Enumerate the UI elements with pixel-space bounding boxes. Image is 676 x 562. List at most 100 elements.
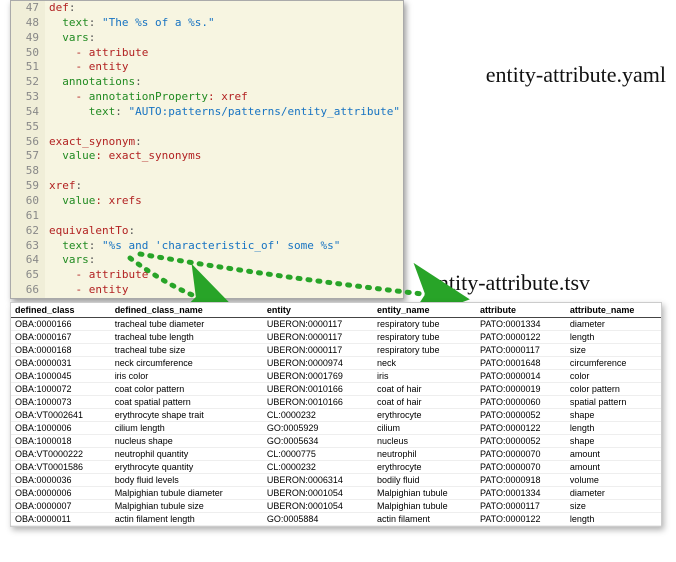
table-cell: erythrocyte xyxy=(373,409,476,422)
code-line: 55 xyxy=(11,120,403,135)
table-cell: spatial pattern xyxy=(566,396,661,409)
line-number: 50 xyxy=(11,46,45,61)
table-cell: OBA:0000166 xyxy=(11,318,111,331)
code-line: 48 text: "The %s of a %s." xyxy=(11,16,403,31)
column-header: defined_class_name xyxy=(111,303,263,318)
table-cell: neck circumference xyxy=(111,357,263,370)
table-cell: size xyxy=(566,344,661,357)
table-cell: CL:0000775 xyxy=(263,448,373,461)
table-cell: OBA:VT0000222 xyxy=(11,448,111,461)
table-cell: diameter xyxy=(566,318,661,331)
table-cell: iris color xyxy=(111,370,263,383)
table-row: OBA:1000072coat color patternUBERON:0010… xyxy=(11,383,661,396)
tsv-filename-label: entity-attribute.tsv xyxy=(428,270,590,296)
code-content: value: xrefs xyxy=(45,194,142,209)
line-number: 55 xyxy=(11,120,45,135)
code-line: 51 - entity xyxy=(11,60,403,75)
table-cell: tracheal tube length xyxy=(111,331,263,344)
table-cell: UBERON:0000974 xyxy=(263,357,373,370)
table-cell: coat color pattern xyxy=(111,383,263,396)
line-number: 54 xyxy=(11,105,45,120)
line-number: 49 xyxy=(11,31,45,46)
code-content: equivalentTo: xyxy=(45,224,135,239)
table-cell: coat spatial pattern xyxy=(111,396,263,409)
table-cell: tracheal tube size xyxy=(111,344,263,357)
code-line: 64 vars: xyxy=(11,253,403,268)
table-cell: size xyxy=(566,500,661,513)
table-cell: iris xyxy=(373,370,476,383)
table-cell: respiratory tube xyxy=(373,344,476,357)
table-row: OBA:VT0001586erythrocyte quantityCL:0000… xyxy=(11,461,661,474)
table-row: OBA:1000045iris colorUBERON:0001769irisP… xyxy=(11,370,661,383)
table-cell: cilium xyxy=(373,422,476,435)
line-number: 48 xyxy=(11,16,45,31)
code-line: 52 annotations: xyxy=(11,75,403,90)
table-cell: erythrocyte xyxy=(373,461,476,474)
table-cell: OBA:0000168 xyxy=(11,344,111,357)
code-content: def: xyxy=(45,1,76,16)
table-cell: PATO:0000060 xyxy=(476,396,566,409)
code-content xyxy=(45,164,49,179)
table-cell: circumference xyxy=(566,357,661,370)
tsv-table: defined_classdefined_class_nameentityent… xyxy=(11,303,661,526)
code-content: text: "The %s of a %s." xyxy=(45,16,215,31)
table-cell: amount xyxy=(566,448,661,461)
table-cell: OBA:0000007 xyxy=(11,500,111,513)
table-row: OBA:0000168tracheal tube sizeUBERON:0000… xyxy=(11,344,661,357)
table-cell: volume xyxy=(566,474,661,487)
table-cell: PATO:0001648 xyxy=(476,357,566,370)
table-cell: UBERON:0000117 xyxy=(263,331,373,344)
line-number: 63 xyxy=(11,239,45,254)
code-content: xref: xyxy=(45,179,82,194)
table-cell: PATO:0000014 xyxy=(476,370,566,383)
table-row: OBA:0000007Malpighian tubule sizeUBERON:… xyxy=(11,500,661,513)
table-cell: OBA:0000036 xyxy=(11,474,111,487)
table-cell: actin filament xyxy=(373,513,476,526)
table-cell: OBA:0000167 xyxy=(11,331,111,344)
tsv-table-container: defined_classdefined_class_nameentityent… xyxy=(10,302,662,527)
column-header: attribute xyxy=(476,303,566,318)
table-cell: OBA:1000072 xyxy=(11,383,111,396)
code-line: 50 - attribute xyxy=(11,46,403,61)
yaml-filename-label: entity-attribute.yaml xyxy=(486,62,666,88)
table-cell: color pattern xyxy=(566,383,661,396)
code-line: 66 - entity xyxy=(11,283,403,298)
table-cell: PATO:0000122 xyxy=(476,422,566,435)
line-number: 65 xyxy=(11,268,45,283)
column-header: entity_name xyxy=(373,303,476,318)
table-cell: tracheal tube diameter xyxy=(111,318,263,331)
code-content: vars: xyxy=(45,31,95,46)
table-cell: OBA:VT0001586 xyxy=(11,461,111,474)
line-number: 66 xyxy=(11,283,45,298)
table-cell: PATO:0000122 xyxy=(476,331,566,344)
table-cell: nucleus shape xyxy=(111,435,263,448)
table-cell: GO:0005884 xyxy=(263,513,373,526)
table-cell: OBA:1000018 xyxy=(11,435,111,448)
code-line: 49 vars: xyxy=(11,31,403,46)
table-cell: OBA:1000045 xyxy=(11,370,111,383)
line-number: 62 xyxy=(11,224,45,239)
table-cell: OBA:0000011 xyxy=(11,513,111,526)
table-cell: OBA:1000073 xyxy=(11,396,111,409)
code-line: 65 - attribute xyxy=(11,268,403,283)
table-row: OBA:VT0002641erythrocyte shape traitCL:0… xyxy=(11,409,661,422)
table-row: OBA:1000006cilium lengthGO:0005929cilium… xyxy=(11,422,661,435)
table-row: OBA:1000073coat spatial patternUBERON:00… xyxy=(11,396,661,409)
line-number: 47 xyxy=(11,1,45,16)
code-content: exact_synonym: xyxy=(45,135,142,150)
line-number: 53 xyxy=(11,90,45,105)
table-cell: Malpighian tubule xyxy=(373,487,476,500)
line-number: 61 xyxy=(11,209,45,224)
code-content: - entity xyxy=(45,283,128,298)
table-cell: PATO:0000052 xyxy=(476,435,566,448)
table-cell: neutrophil quantity xyxy=(111,448,263,461)
table-cell: length xyxy=(566,422,661,435)
code-content: text: "AUTO:patterns/patterns/entity_att… xyxy=(45,105,400,120)
table-cell: PATO:0000070 xyxy=(476,448,566,461)
line-number: 52 xyxy=(11,75,45,90)
code-content: - attribute xyxy=(45,268,148,283)
code-line: 54 text: "AUTO:patterns/patterns/entity_… xyxy=(11,105,403,120)
table-cell: GO:0005929 xyxy=(263,422,373,435)
column-header: attribute_name xyxy=(566,303,661,318)
table-cell: OBA:1000006 xyxy=(11,422,111,435)
